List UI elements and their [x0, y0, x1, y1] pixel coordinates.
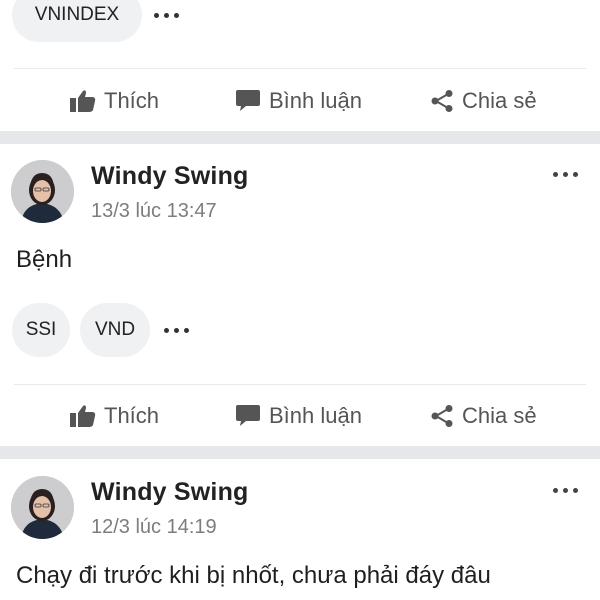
post-tag-row: SSI VND	[12, 303, 189, 357]
comment-button[interactable]: Bình luận	[235, 403, 362, 429]
tag-label: SSI	[25, 319, 57, 340]
share-label: Chia sẻ	[462, 88, 537, 113]
post-action-bar: Thích Bình luận Chia sẻ	[0, 387, 600, 445]
thumbs-up-icon	[70, 404, 96, 428]
comment-button[interactable]: Bình luận	[235, 88, 362, 114]
post-more-icon[interactable]	[553, 488, 578, 493]
comment-icon	[235, 89, 261, 113]
share-button[interactable]: Chia sẻ	[430, 88, 537, 114]
comment-icon	[235, 404, 261, 428]
post-timestamp: 13/3 lúc 13:47	[91, 200, 217, 222]
post-action-bar: Thích Bình luận Chia sẻ	[0, 72, 600, 130]
post-header: Windy Swing 12/3 lúc 14:19	[0, 476, 600, 546]
avatar[interactable]	[11, 476, 74, 539]
tag-label: VNINDEX	[34, 4, 120, 25]
post-header: Windy Swing 13/3 lúc 13:47	[0, 160, 600, 230]
post-separator	[0, 131, 600, 144]
like-label: Thích	[104, 403, 160, 428]
thumbs-up-icon	[70, 89, 96, 113]
post-timestamp: 12/3 lúc 14:19	[91, 516, 217, 538]
more-tags-icon[interactable]	[164, 327, 189, 333]
like-button[interactable]: Thích	[70, 88, 159, 114]
divider	[14, 384, 586, 385]
post-more-icon[interactable]	[553, 172, 578, 177]
comment-label: Bình luận	[269, 403, 362, 428]
divider	[14, 68, 586, 69]
tag-vnindex[interactable]: VNINDEX	[12, 0, 142, 42]
post-text: Bệnh	[16, 246, 73, 273]
more-tags-icon[interactable]	[154, 12, 179, 18]
share-button[interactable]: Chia sẻ	[430, 403, 537, 429]
share-icon	[430, 404, 454, 428]
tag-ssi[interactable]: SSI	[12, 303, 70, 357]
post-text: Chạy đi trước khi bị nhốt, chưa phải đáy…	[16, 562, 491, 589]
comment-label: Bình luận	[269, 88, 362, 113]
tag-label: VND	[94, 319, 136, 340]
avatar[interactable]	[11, 160, 74, 223]
post-separator	[0, 446, 600, 459]
like-label: Thích	[104, 88, 160, 113]
author-name[interactable]: Windy Swing	[91, 478, 249, 507]
post-tag-row: VNINDEX	[12, 0, 179, 42]
news-feed: VNINDEX Thích Bình luận Chia sẻ Windy Sw…	[0, 0, 600, 600]
like-button[interactable]: Thích	[70, 403, 159, 429]
author-name[interactable]: Windy Swing	[91, 162, 249, 191]
share-label: Chia sẻ	[462, 403, 537, 428]
share-icon	[430, 89, 454, 113]
tag-vnd[interactable]: VND	[80, 303, 150, 357]
